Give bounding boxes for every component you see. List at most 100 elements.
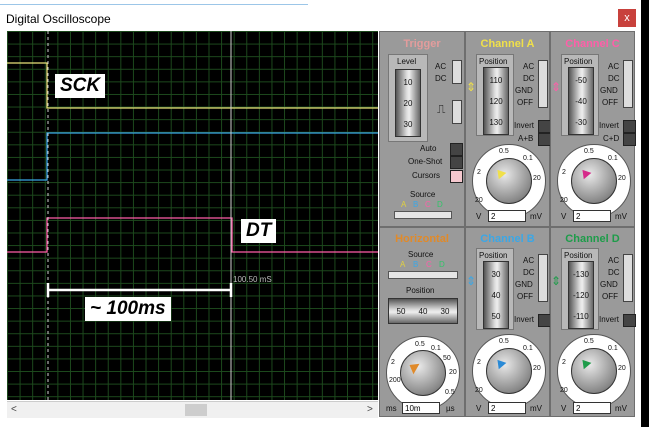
channel-d-unit-left: V <box>561 404 567 413</box>
channel-d-invert-button[interactable] <box>623 314 636 327</box>
channel-d-dc-label: DC <box>608 268 620 277</box>
channel-d-volts-knob[interactable] <box>571 348 617 394</box>
channel-c-arrow-icon: ⇕ <box>551 80 562 94</box>
channel-d-gnd-label: GND <box>600 280 618 289</box>
channel-d-position-tick: -130 <box>572 270 589 279</box>
channel-c-volts-knob[interactable] <box>571 158 617 204</box>
channel-d-coupling-switch[interactable] <box>623 254 633 302</box>
channel-b-volts-knob[interactable] <box>486 348 532 394</box>
trace-channel-c <box>7 217 378 253</box>
channel-b-volts-field[interactable]: 2 <box>488 402 526 414</box>
horizontal-timebase-knob[interactable] <box>400 350 446 396</box>
trigger-edge-switch[interactable] <box>452 100 462 124</box>
trigger-level-box: Level 10 20 30 <box>388 54 428 142</box>
title-bar[interactable]: Digital Oscilloscope x <box>0 0 641 30</box>
horizontal-source-a[interactable]: A <box>400 260 405 269</box>
channel-c-section: Channel C Position -50 -40 -30 ⇕ AC DC G… <box>550 31 636 227</box>
channel-b-dial-tick: 20 <box>475 387 483 394</box>
channel-c-dial-tick: 20 <box>618 175 626 182</box>
trigger-level-wheel[interactable]: 10 20 30 <box>395 69 421 137</box>
channel-b-coupling-switch[interactable] <box>538 254 548 302</box>
horizontal-title: Horizontal <box>395 233 449 245</box>
trigger-source-a[interactable]: A <box>401 200 406 209</box>
channel-a-volts-knob[interactable] <box>486 158 532 204</box>
channel-c-title: Channel C <box>565 38 620 50</box>
channel-b-invert-label: Invert <box>514 315 535 324</box>
channel-a-position-wheel[interactable]: 110 120 130 <box>483 67 509 135</box>
green-pointer-icon <box>578 356 592 370</box>
trigger-source-b[interactable]: B <box>413 200 418 209</box>
channel-d-off-label: OFF <box>602 292 618 301</box>
channel-a-aplusb-label: A+B <box>518 134 534 143</box>
horizontal-timebase-field[interactable]: 10m <box>402 402 440 414</box>
channel-b-position-wheel[interactable]: 30 40 50 <box>483 261 509 329</box>
channel-c-cplusd-label: C+D <box>603 134 620 143</box>
horizontal-source-slider[interactable] <box>388 271 458 279</box>
trigger-source-slider[interactable] <box>394 211 452 219</box>
scroll-right-arrow[interactable]: > <box>367 404 373 415</box>
channel-c-dial-tick: 0.1 <box>608 155 618 162</box>
channel-a-section: Channel A Position 110 120 130 ⇕ AC DC G… <box>465 31 551 227</box>
trigger-source-c[interactable]: C <box>425 200 431 209</box>
trigger-auto-label: Auto <box>420 144 437 153</box>
channel-d-dial-tick: 20 <box>618 365 626 372</box>
horizontal-position-wheel[interactable]: 50 40 30 <box>388 298 458 324</box>
channel-d-arrow-icon: ⇕ <box>551 274 562 288</box>
trigger-coupling-switch[interactable] <box>452 60 462 84</box>
close-button[interactable]: x <box>618 9 636 27</box>
channel-b-dc-label: DC <box>523 268 535 277</box>
channel-b-gnd-label: GND <box>515 280 533 289</box>
channel-b-dial-tick: 0.1 <box>523 345 533 352</box>
channel-b-dial-tick: 20 <box>533 365 541 372</box>
horizontal-dial-tick: 0.5 <box>445 389 455 396</box>
channel-c-position-box: Position -50 -40 -30 <box>561 54 599 136</box>
horizontal-source-c[interactable]: C <box>426 260 432 269</box>
channel-d-position-label: Position <box>564 251 593 260</box>
horizontal-section: Horizontal Source A B C D Position 50 40… <box>379 227 465 417</box>
channel-b-arrow-icon: ⇕ <box>466 274 477 288</box>
channel-b-title: Channel B <box>480 233 535 245</box>
channel-d-ac-label: AC <box>608 256 620 265</box>
channel-a-volts-field[interactable]: 2 <box>488 210 526 222</box>
channel-d-section: Channel D Position -130 -120 -110 ⇕ AC D… <box>550 227 636 417</box>
horizontal-scrollbar[interactable]: < > <box>7 401 378 418</box>
channel-c-volts-field[interactable]: 2 <box>573 210 611 222</box>
trigger-source-d[interactable]: D <box>437 200 443 209</box>
trigger-cursors-button[interactable] <box>450 170 463 183</box>
trigger-auto-button[interactable] <box>450 143 463 156</box>
channel-d-position-wheel[interactable]: -130 -120 -110 <box>568 261 594 329</box>
sck-label: SCK <box>55 74 106 98</box>
channel-a-coupling-switch[interactable] <box>538 60 548 108</box>
horizontal-unit-right: µs <box>446 404 455 413</box>
horizontal-unit-left: ms <box>386 404 397 413</box>
channel-c-cplusd-button[interactable] <box>623 133 636 146</box>
trigger-source-label: Source <box>410 190 436 199</box>
trigger-level-tick: 20 <box>403 99 413 108</box>
channel-c-gnd-label: GND <box>600 86 618 95</box>
channel-d-title: Channel D <box>565 233 620 245</box>
orange-pointer-icon <box>406 359 420 375</box>
trigger-title: Trigger <box>403 38 441 50</box>
channel-b-section: Channel B Position 30 40 50 ⇕ AC DC GND … <box>465 227 551 417</box>
horizontal-dial-tick: 50 <box>443 355 451 362</box>
channel-c-invert-button[interactable] <box>623 120 636 133</box>
scroll-thumb[interactable] <box>185 404 207 416</box>
channel-a-dial-tick: 0.1 <box>523 155 533 162</box>
channel-d-volts-field[interactable]: 2 <box>573 402 611 414</box>
channel-c-coupling-switch[interactable] <box>623 60 633 108</box>
channel-c-position-wheel[interactable]: -50 -40 -30 <box>568 67 594 135</box>
channel-a-arrow-icon: ⇕ <box>466 80 477 94</box>
oscilloscope-window: Digital Oscilloscope x SCK DT ~ 100ms 10… <box>0 0 641 427</box>
horizontal-source-b[interactable]: B <box>413 260 418 269</box>
channel-c-dial-tick: 0.5 <box>584 148 594 155</box>
trigger-oneshot-button[interactable] <box>450 156 463 169</box>
scroll-left-arrow[interactable]: < <box>11 404 17 415</box>
channel-c-unit-left: V <box>561 212 567 221</box>
channel-b-dial-tick: 0.5 <box>499 338 509 345</box>
horizontal-dial-tick: 200 <box>389 377 401 384</box>
channel-b-ac-label: AC <box>523 256 535 265</box>
channel-a-dial-tick: 20 <box>475 197 483 204</box>
horizontal-source-d[interactable]: D <box>439 260 445 269</box>
trace-channel-b <box>7 132 378 181</box>
channel-c-position-label: Position <box>564 57 593 66</box>
